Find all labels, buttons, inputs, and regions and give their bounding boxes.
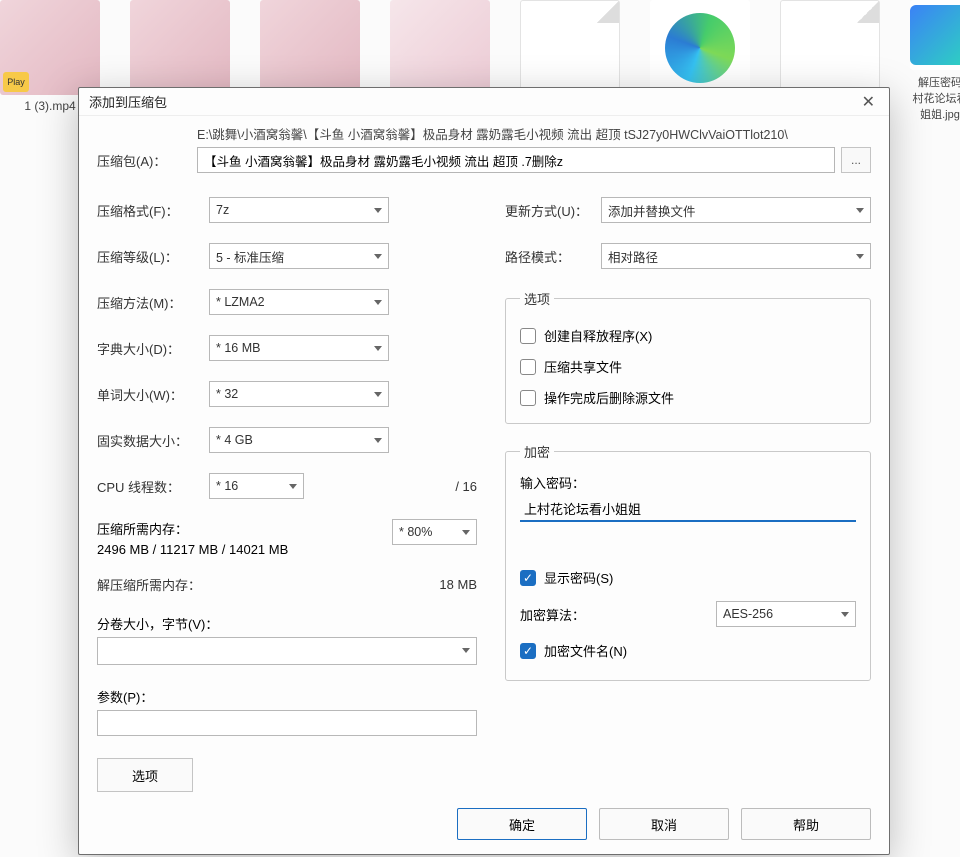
encryption-legend: 加密 xyxy=(520,442,554,461)
options-group: 选项 创建自释放程序(X) 压缩共享文件 操作完成后删除源文件 xyxy=(505,289,871,424)
param-label: 参数(P)： xyxy=(97,687,477,706)
word-label: 单词大小(W)： xyxy=(97,385,209,404)
mem-comp-label: 压缩所需内存： xyxy=(97,519,392,538)
method-label: 压缩方法(M)： xyxy=(97,293,209,312)
encryption-group: 加密 输入密码： 显示密码(S) 加密算法： AES-256 加密文件名(N) xyxy=(505,442,871,681)
delete-after-checkbox[interactable]: 操作完成后删除源文件 xyxy=(520,388,856,407)
archive-path-folder: E:\跳舞\小酒窝翁馨\【斗鱼 小酒窝翁馨】极品身材 露奶露毛小视频 流出 超顶… xyxy=(197,128,871,143)
mem-decomp-value: 18 MB xyxy=(439,577,477,592)
mem-decomp-label: 解压缩所需内存： xyxy=(97,575,439,594)
pathmode-select[interactable]: 相对路径 xyxy=(601,243,871,269)
level-select[interactable]: 5 - 标准压缩 xyxy=(209,243,389,269)
close-icon[interactable]: ✕ xyxy=(858,92,879,112)
help-button[interactable]: 帮助 xyxy=(741,808,871,840)
play-badge: Play xyxy=(3,72,29,92)
dict-select[interactable]: * 16 MB xyxy=(209,335,389,361)
solid-label: 固实数据大小： xyxy=(97,431,209,450)
right-column: 更新方式(U)： 添加并替换文件 路径模式： 相对路径 选项 创建自释放程序(X… xyxy=(505,197,871,794)
left-column: 压缩格式(F)： 7z 压缩等级(L)： 5 - 标准压缩 压缩方法(M)： *… xyxy=(97,197,477,794)
ok-button[interactable]: 确定 xyxy=(457,808,587,840)
param-input[interactable] xyxy=(97,710,477,736)
titlebar: 添加到压缩包 ✕ xyxy=(79,88,889,116)
level-label: 压缩等级(L)： xyxy=(97,247,209,266)
archive-name-input[interactable] xyxy=(197,147,835,173)
mem-pct-select[interactable]: * 80% xyxy=(392,519,477,545)
show-password-checkbox[interactable]: 显示密码(S) xyxy=(520,568,856,587)
dict-label: 字典大小(D)： xyxy=(97,339,209,358)
browse-button[interactable]: ... xyxy=(841,147,871,173)
format-select[interactable]: 7z xyxy=(209,197,389,223)
video-thumbnail: Play xyxy=(0,0,100,95)
cpu-total: / 16 xyxy=(455,479,477,494)
format-label: 压缩格式(F)： xyxy=(97,201,209,220)
split-label: 分卷大小，字节(V)： xyxy=(97,614,477,633)
mem-comp-value: 2496 MB / 11217 MB / 14021 MB xyxy=(97,542,392,557)
cancel-button[interactable]: 取消 xyxy=(599,808,729,840)
encrypt-names-checkbox[interactable]: 加密文件名(N) xyxy=(520,641,856,660)
algo-select[interactable]: AES-256 xyxy=(716,601,856,627)
cpu-label: CPU 线程数： xyxy=(97,477,209,496)
password-label: 输入密码： xyxy=(520,473,856,492)
cpu-select[interactable]: * 16 xyxy=(209,473,304,499)
file-label: 解压密码 村花论坛看 姐姐.jpg xyxy=(910,74,960,122)
options-legend: 选项 xyxy=(520,289,554,308)
photos-icon xyxy=(910,0,960,70)
update-select[interactable]: 添加并替换文件 xyxy=(601,197,871,223)
word-select[interactable]: * 32 xyxy=(209,381,389,407)
add-to-archive-dialog: 添加到压缩包 ✕ E:\跳舞\小酒窝翁馨\【斗鱼 小酒窝翁馨】极品身材 露奶露毛… xyxy=(78,87,890,855)
shared-checkbox[interactable]: 压缩共享文件 xyxy=(520,357,856,376)
archive-label: 压缩包(A)： xyxy=(97,151,197,170)
solid-select[interactable]: * 4 GB xyxy=(209,427,389,453)
dialog-footer: 确定 取消 帮助 xyxy=(97,794,871,840)
sfx-checkbox[interactable]: 创建自释放程序(X) xyxy=(520,326,856,345)
file-item[interactable]: 解压密码 村花论坛看 姐姐.jpg xyxy=(910,0,960,130)
update-label: 更新方式(U)： xyxy=(505,201,601,220)
edge-icon xyxy=(650,0,750,95)
dialog-title: 添加到压缩包 xyxy=(89,92,167,111)
method-select[interactable]: * LZMA2 xyxy=(209,289,389,315)
password-input[interactable] xyxy=(520,496,856,522)
options-button[interactable]: 选项 xyxy=(97,758,193,792)
split-select[interactable] xyxy=(97,637,477,665)
algo-label: 加密算法： xyxy=(520,605,716,624)
pathmode-label: 路径模式： xyxy=(505,247,601,266)
